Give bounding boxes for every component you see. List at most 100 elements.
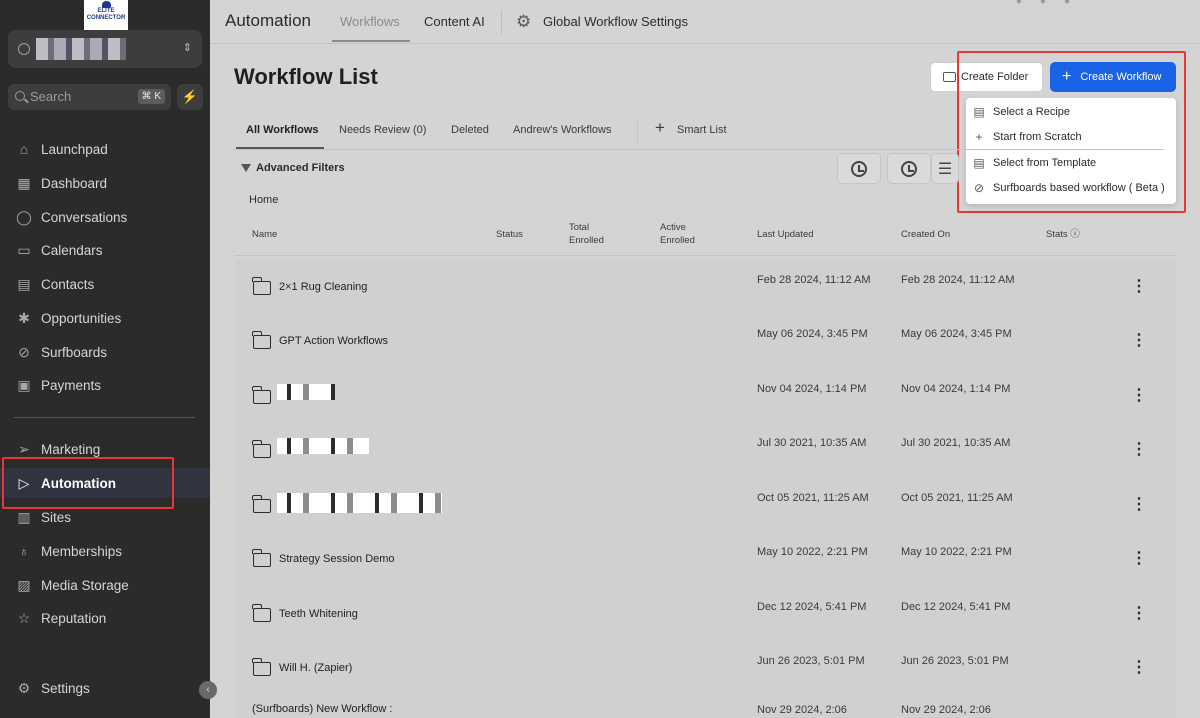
created-on: Jul 30 2021, 10:35 AM [901,437,1011,449]
clock-icon [901,160,917,177]
subtab-all-workflows[interactable]: All Workflows [246,124,319,136]
sidebar-item-surfboards[interactable]: ⊘ Surfboards [0,337,210,367]
folder-icon [252,495,271,513]
table-header-divider [234,255,1176,256]
opportunities-icon: ✱ [18,310,30,326]
more-vertical-icon[interactable]: ⋮ [1131,276,1147,296]
page-title: Workflow List [234,64,378,89]
folder-icon [252,386,271,404]
clock-view-button[interactable] [887,153,931,184]
tab-separator [501,10,502,34]
more-vertical-icon[interactable]: ⋮ [1131,603,1147,623]
workflow-name[interactable]: (Surfboards) New Workflow : [252,703,392,715]
more-vertical-icon[interactable]: ⋮ [1131,494,1147,514]
created-on: Dec 12 2024, 5:41 PM [901,601,1011,613]
more-vertical-icon[interactable]: ⋮ [1131,330,1147,350]
column-header-last-updated: Last Updated [757,229,814,240]
workflow-name[interactable]: GPT Action Workflows [279,335,388,347]
automation-highlight-box [2,457,174,509]
created-on: Feb 28 2024, 11:12 AM [901,274,1015,286]
sidebar-item-payments[interactable]: ▣ Payments [0,370,210,400]
table-row[interactable]: Jul 30 2021, 10:35 AM Jul 30 2021, 10:35… [236,422,1176,476]
table-row[interactable]: Teeth Whitening Dec 12 2024, 5:41 PM Dec… [236,586,1176,640]
more-vertical-icon[interactable]: ⋮ [1131,385,1147,405]
sites-icon: ▥ [17,509,31,525]
table-row[interactable]: (Surfboards) New Workflow : Nov 29 2024,… [236,695,1176,718]
search-shortcut-badge: ⌘ K [137,89,165,104]
send-icon: ➢ [18,441,30,457]
top-right-icons: ●●● [1015,0,1088,7]
surfboard-icon: ⊘ [18,344,30,360]
search-input[interactable]: Search ⌘ K [8,84,171,110]
account-switcher[interactable]: ⇕ [8,30,202,68]
logo-mark-icon [102,1,111,8]
chat-icon: ◯ [16,209,32,225]
column-header-stats: Stats ⓘ [1046,229,1080,240]
bolt-icon: ⚡ [181,89,199,104]
workflow-name[interactable]: Teeth Whitening [279,608,358,620]
table-row[interactable]: GPT Action Workflows May 06 2024, 3:45 P… [236,313,1176,367]
smart-list-button[interactable]: Smart List [677,124,727,136]
sidebar: ELITE CONNECTOR ⇕ Search ⌘ K ⚡ ⌂ Launchpa… [0,0,210,718]
table-row[interactable]: 2×1 Rug Cleaning Feb 28 2024, 11:12 AM F… [236,259,1176,313]
payments-icon: ▣ [17,377,31,393]
column-header-status: Status [496,229,523,240]
search-placeholder: Search [30,89,72,104]
table-row[interactable]: Nov 04 2024, 1:14 PM Nov 04 2024, 1:14 P… [236,368,1176,422]
list-icon: ☰ [937,160,953,178]
created-on: Nov 29 2024, 2:06 [901,704,991,716]
quick-action-button[interactable]: ⚡ [177,84,203,110]
rocket-icon: ⌂ [19,141,29,157]
more-vertical-icon[interactable]: ⋮ [1131,548,1147,568]
chevron-left-icon: ‹ [206,684,210,695]
tab-workflows[interactable]: Workflows [340,14,400,29]
sidebar-item-launchpad[interactable]: ⌂ Launchpad [0,134,210,164]
workflow-name[interactable]: 2×1 Rug Cleaning [279,281,367,293]
more-vertical-icon[interactable]: ⋮ [1131,439,1147,459]
workflow-table: Name Status Total Enrolled Active Enroll… [234,212,1176,718]
sidebar-item-conversations[interactable]: ◯ Conversations [0,202,210,232]
sidebar-item-contacts[interactable]: ▤ Contacts [0,269,210,299]
sidebar-item-calendars[interactable]: ▭ Calendars [0,235,210,265]
media-icon: ▨ [17,577,31,593]
sidebar-item-settings[interactable]: ⚙ Settings [0,673,210,703]
workflow-name[interactable]: Strategy Session Demo [279,553,395,565]
history-view-button[interactable] [837,153,881,184]
table-row[interactable]: Will H. (Zapier) Jun 26 2023, 5:01 PM Ju… [236,640,1176,694]
sidebar-item-memberships[interactable]: ♁ Memberships [0,536,210,566]
sidebar-item-dashboard[interactable]: ▦ Dashboard [0,168,210,198]
folder-icon [252,549,271,567]
calendar-icon: ▭ [17,242,31,258]
table-row[interactable]: Oct 05 2021, 11:25 AM Oct 05 2021, 11:25… [236,477,1176,531]
subtab-deleted[interactable]: Deleted [451,124,489,136]
subtabs-divider [234,149,1164,150]
tab-content-ai[interactable]: Content AI [424,14,485,29]
list-view-button[interactable]: ☰ [931,153,959,184]
star-icon: ☆ [17,610,31,626]
breadcrumb[interactable]: Home [249,194,278,206]
filter-icon [241,164,251,172]
folder-icon [252,331,271,349]
table-body: 2×1 Rug Cleaning Feb 28 2024, 11:12 AM F… [236,259,1176,718]
workflow-name[interactable]: Will H. (Zapier) [279,662,352,674]
table-row[interactable]: Strategy Session Demo May 10 2022, 2:21 … [236,531,1176,585]
sidebar-item-media-storage[interactable]: ▨ Media Storage [0,570,210,600]
advanced-filters-button[interactable]: Advanced Filters [241,162,345,174]
chevron-updown-icon: ⇕ [182,42,192,54]
subtab-andrews-workflows[interactable]: Andrew's Workflows [513,124,611,136]
collapse-sidebar-button[interactable]: ‹ [199,681,217,699]
tab-global-workflow-settings[interactable]: Global Workflow Settings [543,14,688,29]
sidebar-item-reputation[interactable]: ☆ Reputation [0,603,210,633]
settings-icon: ⚙ [17,680,31,696]
subtab-needs-review[interactable]: Needs Review (0) [339,124,426,136]
more-vertical-icon[interactable]: ⋮ [1131,657,1147,677]
sidebar-item-opportunities[interactable]: ✱ Opportunities [0,303,210,333]
last-updated: Nov 04 2024, 1:14 PM [757,383,867,395]
column-header-created-on: Created On [901,229,951,240]
last-updated: Oct 05 2021, 11:25 AM [757,492,869,504]
created-on: Nov 04 2024, 1:14 PM [901,383,1011,395]
last-updated: Nov 29 2024, 2:06 [757,704,847,716]
history-icon [851,160,867,177]
last-updated: Feb 28 2024, 11:12 AM [757,274,871,286]
top-header: Automation Workflows Content AI ⚙ Global… [210,0,1200,44]
